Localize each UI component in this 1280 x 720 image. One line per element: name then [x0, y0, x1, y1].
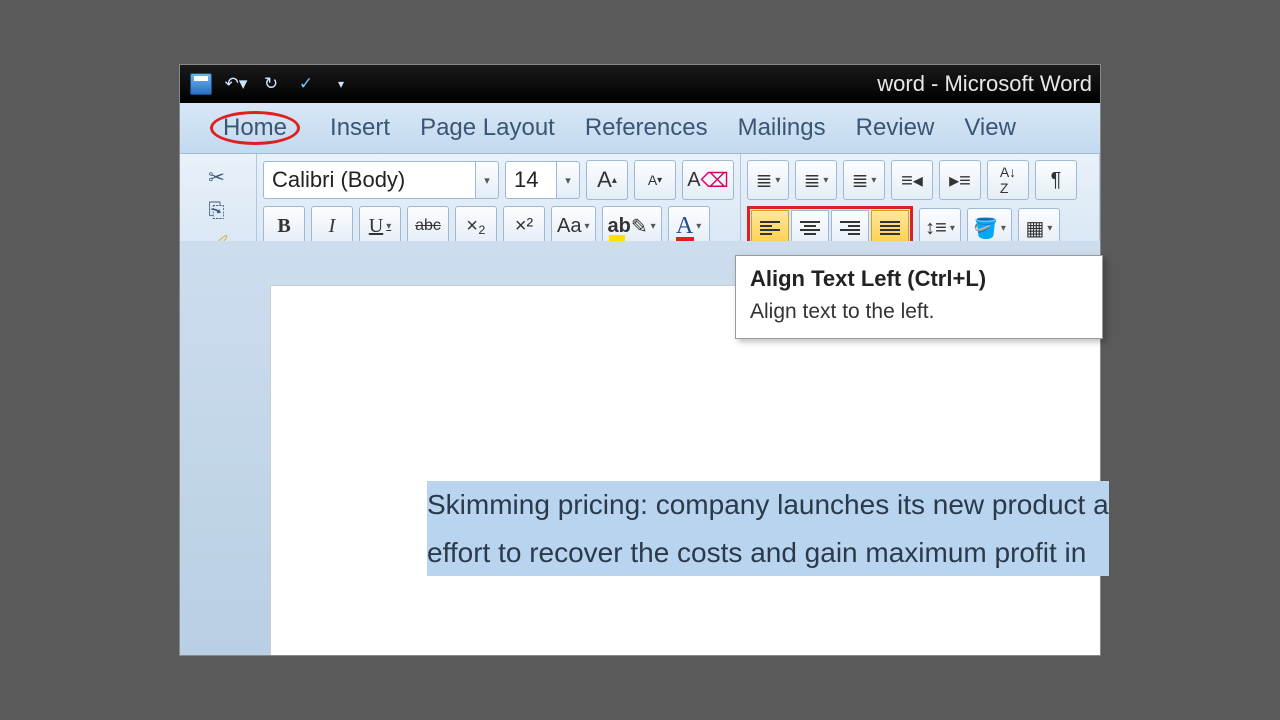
redo-button[interactable]: ↻ — [258, 71, 284, 97]
font-color-button[interactable]: A — [668, 206, 710, 246]
cut-button[interactable]: ✂ — [204, 164, 230, 190]
save-icon — [190, 73, 212, 95]
font-name-combo[interactable]: Calibri (Body)▾ — [263, 161, 499, 199]
numbering-button[interactable]: ≣ — [795, 160, 837, 200]
sort-button[interactable]: A↓Z — [987, 160, 1029, 200]
increase-indent-button[interactable]: ▸≡ — [939, 160, 981, 200]
tab-page-layout[interactable]: Page Layout — [420, 114, 555, 142]
document-page[interactable]: Skimming pricing: company launches its n… — [270, 285, 1100, 655]
shrink-font-button[interactable]: A▾ — [634, 160, 676, 200]
window-title: word - Microsoft Word — [877, 71, 1092, 97]
superscript-button[interactable]: ×² — [503, 206, 545, 246]
copy-button[interactable]: ⎘ — [204, 198, 230, 224]
quick-access-toolbar: ↶▾ ↻ ✓ ▾ — [188, 71, 354, 97]
change-case-button[interactable]: Aa — [551, 206, 596, 246]
tab-review[interactable]: Review — [856, 114, 935, 142]
clear-formatting-button[interactable]: A⌫ — [682, 160, 734, 200]
tooltip-title: Align Text Left (Ctrl+L) — [750, 266, 1088, 292]
decrease-indent-button[interactable]: ≡◂ — [891, 160, 933, 200]
highlight-button[interactable]: ab✎ — [602, 206, 662, 246]
word-window: ↶▾ ↻ ✓ ▾ word - Microsoft Word Home Inse… — [180, 65, 1100, 655]
tooltip: Align Text Left (Ctrl+L) Align text to t… — [735, 255, 1103, 339]
tooltip-body: Align text to the left. — [750, 300, 1088, 324]
font-size-combo[interactable]: 14▾ — [505, 161, 580, 199]
titlebar: ↶▾ ↻ ✓ ▾ word - Microsoft Word — [180, 65, 1100, 103]
undo-button[interactable]: ↶▾ — [223, 71, 249, 97]
italic-button[interactable]: I — [311, 206, 353, 246]
underline-button[interactable]: U — [359, 206, 401, 246]
strikethrough-button[interactable]: abc — [407, 206, 449, 246]
subscript-button[interactable]: ×₂ — [455, 206, 497, 246]
tab-insert[interactable]: Insert — [330, 114, 390, 142]
selected-text[interactable]: Skimming pricing: company launches its n… — [427, 481, 1109, 576]
bold-button[interactable]: B — [263, 206, 305, 246]
spellcheck-button[interactable]: ✓ — [293, 71, 319, 97]
save-button[interactable] — [188, 71, 214, 97]
multilevel-list-button[interactable]: ≣ — [843, 160, 885, 200]
tab-view[interactable]: View — [964, 114, 1016, 142]
tab-home[interactable]: Home — [210, 111, 300, 145]
tab-mailings[interactable]: Mailings — [738, 114, 826, 142]
ribbon-tabs: Home Insert Page Layout References Maili… — [180, 103, 1100, 154]
grow-font-button[interactable]: A▴ — [586, 160, 628, 200]
show-marks-button[interactable]: ¶ — [1035, 160, 1077, 200]
tab-references[interactable]: References — [585, 114, 708, 142]
qat-more-button[interactable]: ▾ — [328, 71, 354, 97]
bullets-button[interactable]: ≣ — [747, 160, 789, 200]
